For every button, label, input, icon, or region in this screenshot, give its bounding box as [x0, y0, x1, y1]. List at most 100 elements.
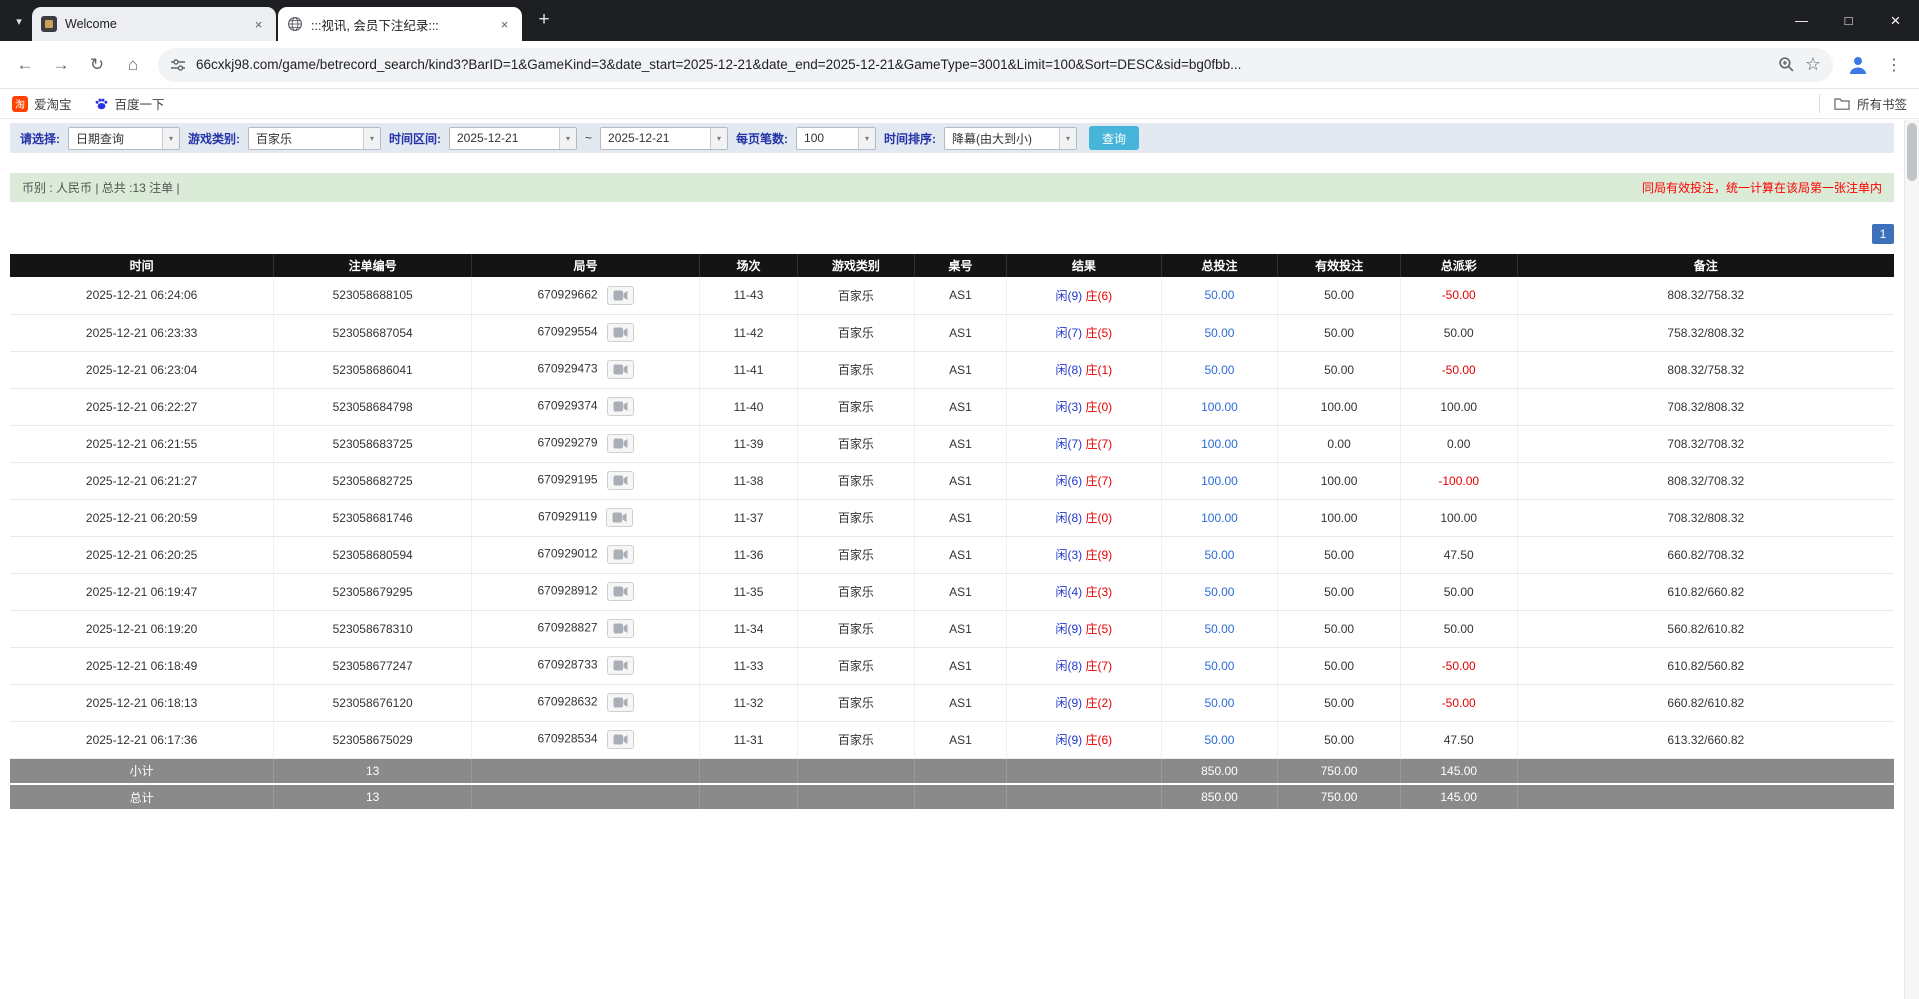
per-page-dropdown[interactable]: 100 ▾: [796, 127, 876, 150]
note: 808.32/708.32: [1517, 462, 1894, 499]
zoom-icon[interactable]: [1778, 56, 1795, 73]
payout: 50.00: [1400, 610, 1517, 647]
total-bet-link[interactable]: 50.00: [1161, 277, 1278, 314]
video-replay-button[interactable]: [607, 693, 634, 712]
bet-time: 2025-12-21 06:18:13: [10, 684, 274, 721]
bet-time: 2025-12-21 06:20:59: [10, 499, 274, 536]
video-replay-button[interactable]: [607, 471, 634, 490]
footer-empty: [472, 758, 700, 784]
tab-search-chevron-icon[interactable]: ▾: [6, 6, 32, 36]
table-row: 2025-12-21 06:22:27523058684798670929374…: [10, 388, 1894, 425]
tab-close-icon[interactable]: ×: [496, 16, 513, 33]
video-replay-button[interactable]: [607, 545, 634, 564]
table-row: 2025-12-21 06:19:20523058678310670928827…: [10, 610, 1894, 647]
valid-bet-notice-text: 同局有效投注，统一计算在该局第一张注单内: [1642, 179, 1882, 196]
total-bet-link[interactable]: 50.00: [1161, 536, 1278, 573]
vertical-scrollbar[interactable]: [1904, 120, 1919, 999]
total-bet-link[interactable]: 50.00: [1161, 610, 1278, 647]
result-player: 闲(3): [1055, 548, 1082, 562]
bet-id: 523058678310: [274, 610, 472, 647]
address-bar[interactable]: 66cxkj98.com/game/betrecord_search/kind3…: [158, 48, 1833, 82]
url-text[interactable]: 66cxkj98.com/game/betrecord_search/kind3…: [196, 57, 1768, 72]
reload-button[interactable]: ↻: [80, 48, 114, 82]
profile-avatar[interactable]: [1841, 48, 1875, 82]
total-bet-link[interactable]: 100.00: [1161, 462, 1278, 499]
close-button[interactable]: ×: [1872, 0, 1919, 41]
total-bet-link[interactable]: 100.00: [1161, 499, 1278, 536]
round-number: 670928534: [538, 732, 598, 746]
page-1-button[interactable]: 1: [1872, 224, 1894, 244]
video-replay-button[interactable]: [607, 397, 634, 416]
video-replay-button[interactable]: [607, 323, 634, 342]
site-settings-icon[interactable]: [170, 57, 186, 73]
video-icon: [613, 660, 628, 671]
footer-empty: [1007, 784, 1161, 810]
game-type: 百家乐: [797, 721, 914, 758]
tab-close-icon[interactable]: ×: [250, 16, 267, 33]
home-button[interactable]: ⌂: [116, 48, 150, 82]
bet-id: 523058679295: [274, 573, 472, 610]
round-cell: 670929554: [472, 314, 700, 351]
table-number: AS1: [914, 499, 1006, 536]
session-number: 11-33: [700, 647, 798, 684]
column-header: 桌号: [914, 254, 1006, 277]
total-bet-link[interactable]: 50.00: [1161, 684, 1278, 721]
date-start-dropdown[interactable]: 2025-12-21 ▾: [449, 127, 577, 150]
round-number: 670929279: [538, 436, 598, 450]
tab-welcome[interactable]: Welcome ×: [32, 7, 276, 41]
video-replay-button[interactable]: [607, 582, 634, 601]
total-bet-link[interactable]: 50.00: [1161, 351, 1278, 388]
bet-id: 523058677247: [274, 647, 472, 684]
footer-empty: [797, 758, 914, 784]
table-number: AS1: [914, 684, 1006, 721]
video-replay-button[interactable]: [607, 656, 634, 675]
note: 758.32/808.32: [1517, 314, 1894, 351]
date-end-dropdown[interactable]: 2025-12-21 ▾: [600, 127, 728, 150]
bookmark-baidu[interactable]: 百度一下: [94, 94, 165, 113]
video-replay-button[interactable]: [607, 434, 634, 453]
chevron-down-icon: ▾: [559, 128, 576, 149]
result-cell: 闲(3) 庄(9): [1007, 536, 1161, 573]
sort-dropdown[interactable]: 降幕(由大到小) ▾: [944, 127, 1077, 150]
video-replay-button[interactable]: [607, 730, 634, 749]
result-banker: 庄(2): [1085, 696, 1112, 710]
video-replay-button[interactable]: [606, 508, 633, 527]
tab-bet-records[interactable]: :::视讯, 会员下注纪录::: ×: [278, 7, 522, 41]
result-player: 闲(8): [1055, 363, 1082, 377]
bookmark-taobao[interactable]: 淘 爱淘宝: [12, 94, 72, 113]
select-type-dropdown[interactable]: 日期查询 ▾: [68, 127, 180, 150]
total-bet-link[interactable]: 50.00: [1161, 647, 1278, 684]
video-replay-button[interactable]: [607, 619, 634, 638]
payout: 100.00: [1400, 499, 1517, 536]
scrollbar-thumb[interactable]: [1907, 123, 1917, 181]
total-bet-link[interactable]: 100.00: [1161, 388, 1278, 425]
bet-time: 2025-12-21 06:22:27: [10, 388, 274, 425]
chevron-down-icon: ▾: [363, 128, 380, 149]
game-type-dropdown[interactable]: 百家乐 ▾: [248, 127, 381, 150]
maximize-button[interactable]: □: [1825, 0, 1872, 41]
footer-count: 13: [274, 758, 472, 784]
chevron-down-icon: ▾: [858, 128, 875, 149]
menu-icon[interactable]: ⋮: [1877, 48, 1911, 82]
search-button[interactable]: 查询: [1089, 126, 1139, 150]
video-replay-button[interactable]: [607, 286, 634, 305]
bookmark-star-icon[interactable]: ☆: [1805, 54, 1821, 75]
total-bet-link[interactable]: 50.00: [1161, 573, 1278, 610]
new-tab-button[interactable]: +: [530, 6, 558, 34]
column-header: 注单编号: [274, 254, 472, 277]
result-cell: 闲(9) 庄(6): [1007, 277, 1161, 314]
total-bet-link[interactable]: 50.00: [1161, 721, 1278, 758]
date-range-label: 时间区间:: [389, 130, 441, 147]
session-number: 11-40: [700, 388, 798, 425]
bet-id: 523058684798: [274, 388, 472, 425]
total-bet-link[interactable]: 100.00: [1161, 425, 1278, 462]
minimize-button[interactable]: —: [1778, 0, 1825, 41]
all-bookmarks-button[interactable]: 所有书签: [1819, 94, 1907, 113]
forward-button[interactable]: →: [44, 48, 78, 82]
total-row: 总计13850.00750.00145.00: [10, 784, 1894, 810]
back-button[interactable]: ←: [8, 48, 42, 82]
video-replay-button[interactable]: [607, 360, 634, 379]
total-bet-link[interactable]: 50.00: [1161, 314, 1278, 351]
bookmarks-bar: 淘 爱淘宝 百度一下 所有书签: [0, 89, 1919, 119]
round-number: 670929195: [538, 473, 598, 487]
